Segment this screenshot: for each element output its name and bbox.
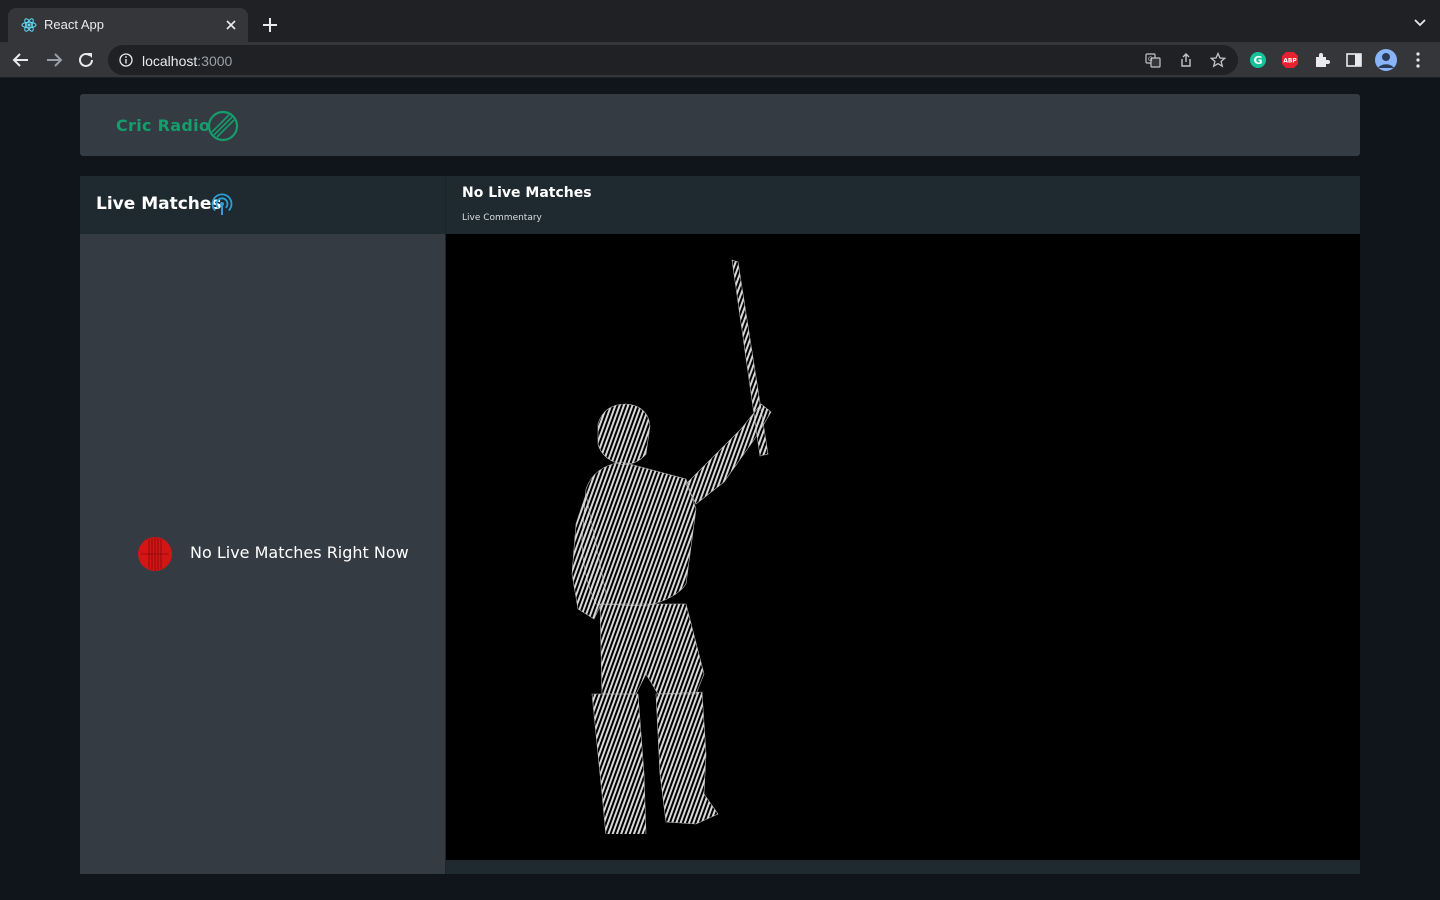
react-icon: [21, 18, 37, 32]
plus-icon[interactable]: [258, 13, 282, 37]
browser-tab[interactable]: React App: [8, 8, 248, 42]
url-text: localhost:3000: [142, 53, 232, 69]
forward-icon[interactable]: [44, 50, 64, 70]
cricket-ball-icon: [138, 537, 172, 571]
sidepanel-icon[interactable]: [1344, 50, 1364, 70]
grammarly-icon[interactable]: G: [1248, 50, 1268, 70]
star-icon[interactable]: [1210, 52, 1226, 68]
browser-tab-strip: React App: [0, 0, 1440, 42]
batsman-illustration: [571, 259, 772, 834]
live-matches-title: Live Matches: [96, 194, 222, 214]
commentary-footer: [446, 860, 1360, 874]
match-title: No Live Matches: [462, 185, 592, 201]
url-host: localhost: [142, 53, 198, 69]
tab-title: React App: [44, 17, 104, 32]
translate-icon[interactable]: G: [1145, 52, 1161, 68]
cricket-ball-logo-icon[interactable]: [207, 110, 239, 142]
info-icon[interactable]: [119, 53, 133, 67]
commentary-header: No Live Matches Live Commentary: [446, 176, 1360, 234]
broadcast-icon: [211, 193, 233, 215]
url-port: :3000: [197, 53, 233, 69]
browser-toolbar: localhost:3000 G G ABP: [0, 42, 1440, 78]
adblock-icon[interactable]: ABP: [1280, 50, 1300, 70]
chevron-down-icon[interactable]: [1412, 15, 1428, 31]
app-header: Cric Radio: [80, 94, 1360, 156]
no-matches-message: No Live Matches Right Now: [190, 543, 409, 562]
avatar[interactable]: [1374, 48, 1398, 72]
grammarly-label: G: [1253, 54, 1262, 67]
back-icon[interactable]: [11, 50, 31, 70]
puzzle-icon[interactable]: [1312, 50, 1332, 70]
commentary-subtitle: Live Commentary: [462, 213, 542, 223]
logo-text[interactable]: Cric Radio: [116, 116, 210, 135]
reload-icon[interactable]: [76, 50, 96, 70]
address-bar[interactable]: localhost:3000 G: [108, 45, 1238, 75]
share-icon[interactable]: [1178, 52, 1194, 68]
adblock-label: ABP: [1283, 58, 1297, 65]
commentary-body: [446, 234, 1360, 860]
svg-text:G: G: [1148, 56, 1153, 63]
close-icon[interactable]: [223, 17, 239, 33]
live-matches-header: Live Matches: [80, 176, 445, 234]
menu-icon[interactable]: [1408, 50, 1428, 70]
live-matches-panel: Live Matches No Live Matches Right Now: [80, 176, 445, 874]
